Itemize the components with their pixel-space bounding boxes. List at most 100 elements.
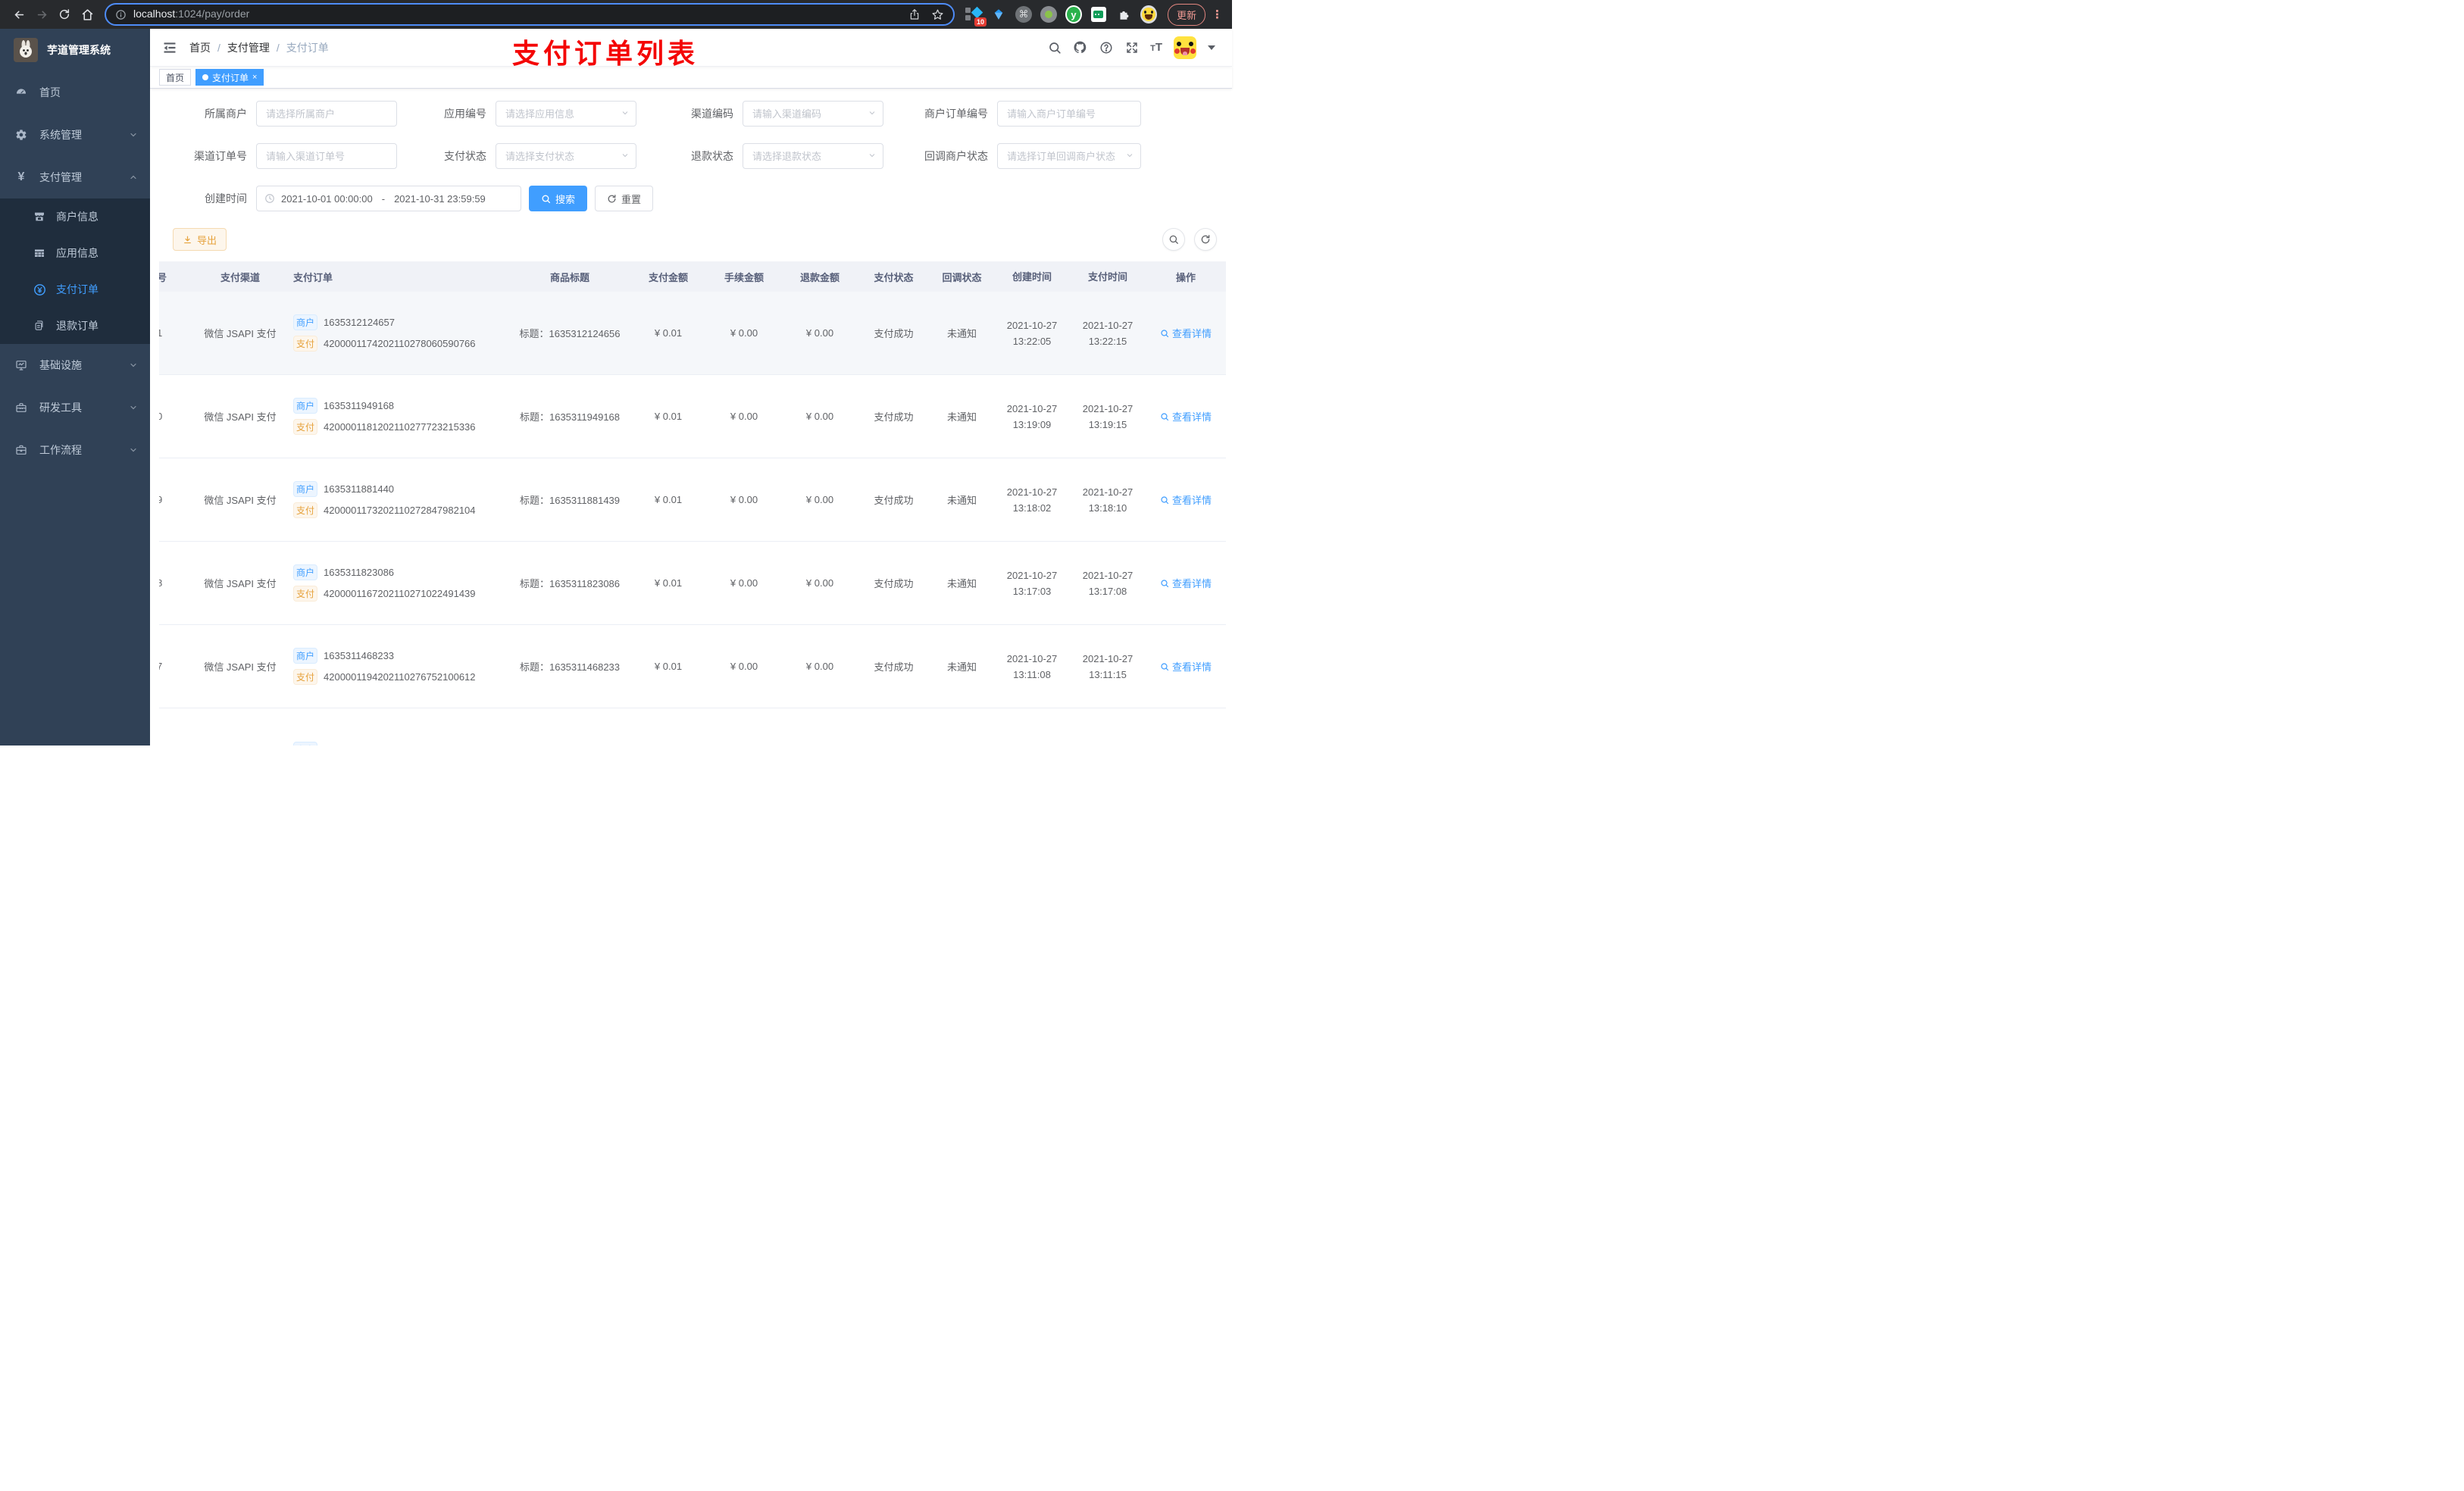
search-button[interactable]: 搜索 — [529, 186, 588, 211]
channel-order-no-field[interactable] — [256, 143, 397, 169]
status-text: 支付成功 — [874, 328, 914, 339]
extension-recorder-icon[interactable] — [1040, 6, 1057, 23]
table-row[interactable]: 21 微信 JSAPI 支付 商户1635312124657 支付4200001… — [159, 292, 1226, 375]
extension-command-icon[interactable]: ⌘ — [1015, 6, 1032, 23]
merchant-order-no-field[interactable] — [997, 101, 1141, 127]
sidebar-item-system[interactable]: 系统管理 — [0, 114, 150, 156]
pay-tag: 支付 — [293, 586, 317, 602]
extension-y-icon[interactable]: y — [1065, 5, 1082, 23]
filter-row-1: 所属商户 应用编号 渠道编码 商户订单编号 — [150, 101, 1232, 127]
sidebar-logo[interactable]: 芋道管理系统 — [0, 29, 150, 71]
view-detail-link[interactable]: 查看详情 — [1160, 576, 1212, 590]
chevron-down-icon — [129, 445, 138, 455]
sidebar-item-workflow[interactable]: 工作流程 — [0, 429, 150, 471]
share-icon[interactable] — [908, 8, 921, 20]
tab-close-icon[interactable]: × — [252, 73, 257, 82]
refund-status-select[interactable] — [743, 143, 883, 169]
orders-table: 编号 支付渠道 支付订单 商品标题 支付金额 手续金额 退款金额 支付状态 回调… — [159, 261, 1232, 746]
tab-home[interactable]: 首页 — [159, 69, 192, 86]
sidebar-item-refund-order[interactable]: 退款订单 — [0, 308, 150, 344]
merchant-tag: 商户 — [293, 481, 317, 497]
date-end: 2021-10-31 23:59:59 — [394, 192, 486, 205]
extension-tasks-icon[interactable]: 10 — [965, 6, 987, 27]
browser-reload-button[interactable] — [53, 3, 76, 26]
fullscreen-icon[interactable] — [1124, 40, 1139, 55]
create-time-range-picker[interactable]: 2021-10-01 00:00:00 - 2021-10-31 23:59:5… — [256, 186, 521, 211]
sidebar-collapse-icon[interactable] — [156, 34, 183, 61]
app-navbar: 首页 / 支付管理 / 支付订单 支付订单列表 TT — [150, 29, 1232, 69]
channel-order-no-input[interactable] — [256, 143, 397, 169]
refresh-icon — [1201, 235, 1210, 244]
merchant-tag: 商户 — [293, 648, 317, 664]
refund-status-input[interactable] — [743, 143, 883, 169]
sidebar-item-home[interactable]: 首页 — [0, 71, 150, 114]
reset-button[interactable]: 重置 — [595, 186, 654, 211]
site-info-icon[interactable] — [115, 9, 127, 20]
bookmark-star-icon[interactable] — [931, 8, 944, 21]
breadcrumb-section[interactable]: 支付管理 — [227, 40, 270, 55]
extension-sketch-icon[interactable] — [990, 6, 1007, 23]
browser-forward-button[interactable] — [30, 3, 53, 26]
browser-update-button[interactable]: 更新 — [1167, 3, 1205, 26]
pay-tag: 支付 — [293, 669, 317, 685]
sidebar-item-devtools[interactable]: 研发工具 — [0, 386, 150, 429]
extension-chat-icon[interactable] — [1090, 6, 1107, 23]
table-row[interactable]: 17 微信 JSAPI 支付 商户1635311468233 支付4200001… — [159, 625, 1226, 708]
table-row[interactable]: 商户1635311157963 — [159, 708, 1226, 746]
view-detail-link[interactable]: 查看详情 — [1160, 659, 1212, 674]
filter-label: 支付状态 — [444, 150, 486, 162]
tab-pay-order[interactable]: 支付订单 × — [195, 69, 264, 86]
notify-status-input[interactable] — [997, 143, 1141, 169]
help-icon[interactable] — [1099, 40, 1113, 55]
table-row[interactable]: 19 微信 JSAPI 支付 商户1635311881440 支付4200001… — [159, 458, 1226, 542]
view-detail-link[interactable]: 查看详情 — [1160, 409, 1212, 424]
page-title-annotation: 支付订单列表 — [512, 38, 699, 69]
channel-code-select[interactable] — [743, 101, 883, 127]
merchant-input[interactable] — [256, 101, 397, 127]
export-button[interactable]: 导出 — [173, 228, 227, 251]
store-icon — [33, 211, 45, 223]
header-search-icon[interactable] — [1047, 40, 1062, 55]
breadcrumb: 首页 / 支付管理 / 支付订单 — [189, 40, 329, 55]
pay-status-input[interactable] — [496, 143, 636, 169]
view-detail-link[interactable]: 查看详情 — [1160, 326, 1212, 340]
sidebar-item-pay-order[interactable]: 支付订单 — [0, 271, 150, 308]
pay-status-select[interactable] — [496, 143, 636, 169]
sidebar-item-app-info[interactable]: 应用信息 — [0, 235, 150, 271]
sidebar-item-infra[interactable]: 基础设施 — [0, 344, 150, 386]
yen-circle-icon — [33, 283, 45, 295]
table-row[interactable]: 20 微信 JSAPI 支付 商户1635311949168 支付4200001… — [159, 375, 1226, 458]
browser-menu-icon[interactable]: ⋮ — [1212, 8, 1223, 21]
table-toolbar: 导出 — [150, 228, 1232, 251]
extensions-puzzle-icon[interactable] — [1115, 6, 1132, 23]
sidebar-item-pay[interactable]: ¥ 支付管理 — [0, 156, 150, 198]
status-text: 支付成功 — [874, 661, 914, 673]
notify-status-select[interactable] — [997, 143, 1141, 169]
table-row[interactable]: 18 微信 JSAPI 支付 商户1635311823086 支付4200001… — [159, 542, 1226, 625]
browser-chrome: localhost:1024/pay/order 10 ⌘ y 更新 ⋮ — [0, 0, 1232, 29]
font-size-icon[interactable]: TT — [1150, 41, 1162, 54]
browser-home-button[interactable] — [76, 3, 98, 26]
avatar-caret-icon[interactable] — [1208, 45, 1215, 50]
filter-label: 商户订单编号 — [924, 108, 988, 120]
url-bar[interactable]: localhost:1024/pay/order — [105, 3, 955, 26]
view-detail-link[interactable]: 查看详情 — [1160, 492, 1212, 507]
sidebar-item-merchant-info[interactable]: 商户信息 — [0, 198, 150, 235]
merchant-select[interactable] — [256, 101, 397, 127]
breadcrumb-current: 支付订单 — [286, 41, 329, 54]
refresh-table-button[interactable] — [1194, 228, 1217, 251]
breadcrumb-home[interactable]: 首页 — [189, 40, 211, 55]
toggle-search-button[interactable] — [1162, 228, 1185, 251]
download-icon — [184, 236, 191, 243]
app-input[interactable] — [496, 101, 636, 127]
gear-icon — [15, 129, 27, 141]
active-tab-dot — [202, 74, 209, 80]
merchant-order-no-input[interactable] — [997, 101, 1141, 127]
github-icon[interactable] — [1073, 40, 1087, 55]
channel-code-input[interactable] — [743, 101, 883, 127]
browser-back-button[interactable] — [8, 3, 30, 26]
profile-avatar-emoji[interactable] — [1140, 5, 1157, 23]
avatar[interactable] — [1174, 36, 1196, 59]
pay-submenu: 商户信息 应用信息 支付订单 退款订单 — [0, 198, 150, 344]
app-select[interactable] — [496, 101, 636, 127]
